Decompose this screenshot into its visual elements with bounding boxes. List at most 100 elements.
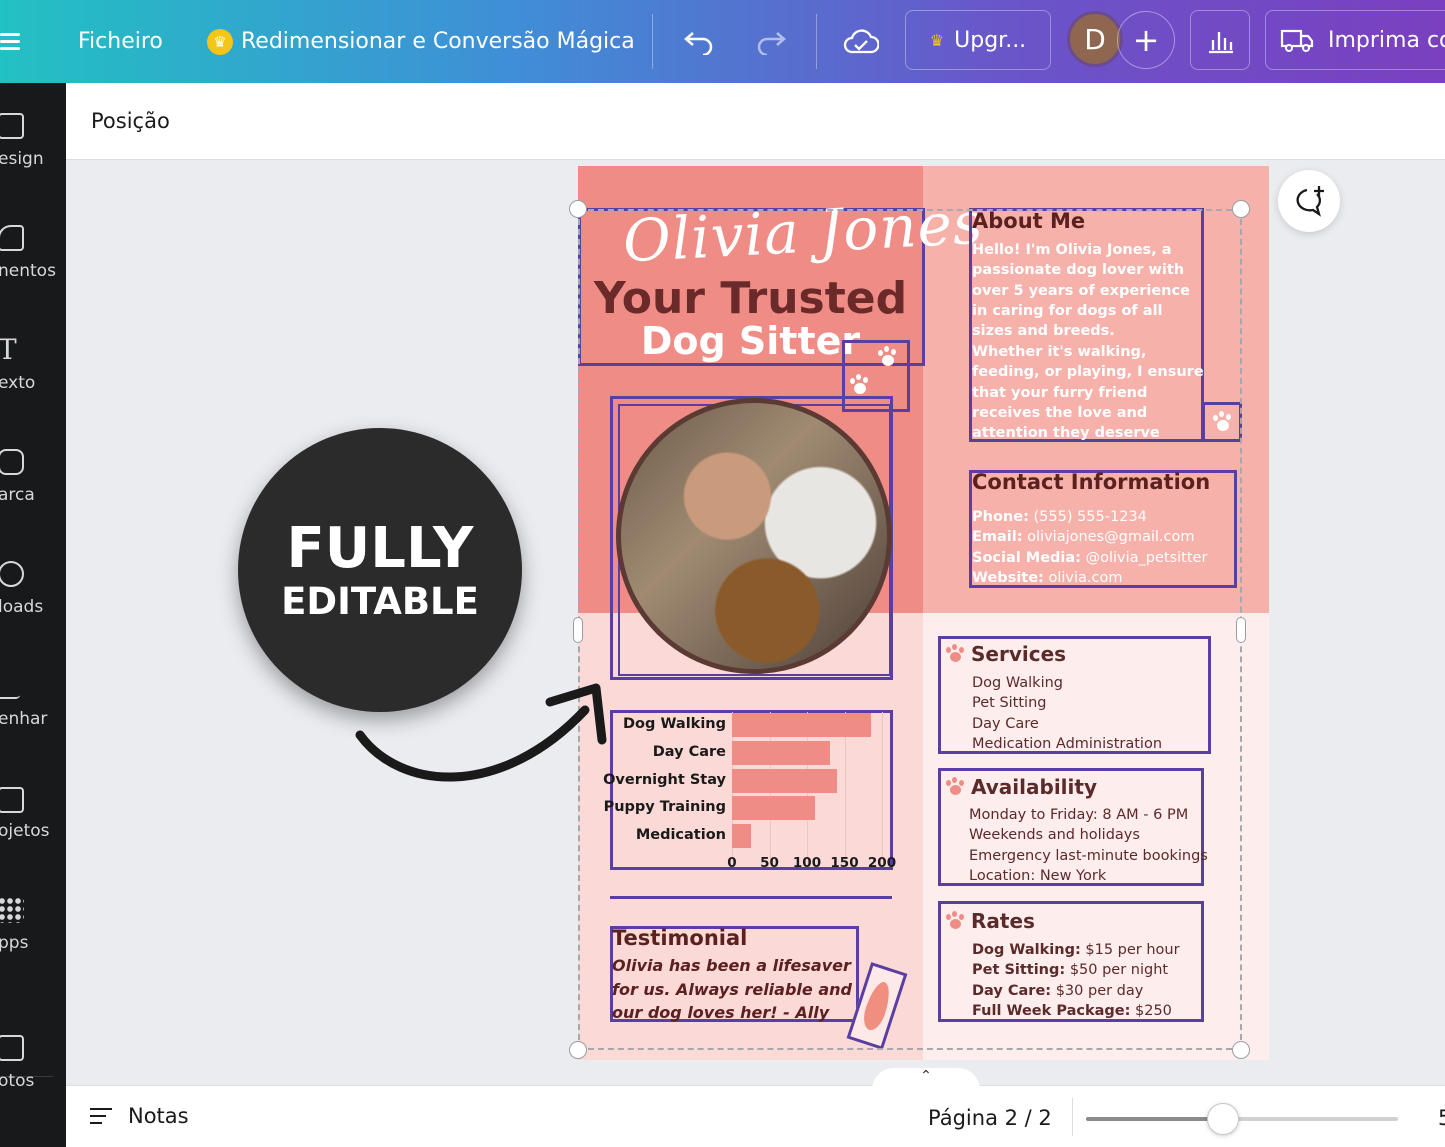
sidebar-item-label: arca	[0, 485, 35, 505]
photos-icon	[0, 1035, 24, 1061]
about-text-1[interactable]: Hello! I'm Olivia Jones, a passionate do…	[972, 240, 1204, 341]
undo-icon[interactable]	[683, 0, 715, 83]
services-heading[interactable]: Services	[945, 642, 1066, 666]
contact-website[interactable]: Website: olivia.com	[972, 568, 1234, 588]
toolbar-divider	[816, 14, 817, 69]
sidebar-item-label: nentos	[0, 261, 56, 281]
list-item: Weekends and holidays	[969, 827, 1140, 844]
contact-title[interactable]: Contact Information	[972, 470, 1210, 494]
badge-line-2: EDITABLE	[281, 580, 479, 623]
testimonial-text[interactable]: Olivia has been a lifesaver for us. Alwa…	[612, 954, 857, 1025]
redo-icon[interactable]	[755, 0, 787, 83]
services-title: Services	[971, 642, 1067, 666]
contact-email[interactable]: Email: oliviajones@gmail.com	[972, 527, 1234, 547]
profile-photo[interactable]	[616, 398, 892, 674]
paw-icon	[945, 777, 965, 797]
chart-tick-label: 150	[830, 855, 859, 871]
availability-heading[interactable]: Availability	[945, 775, 1097, 799]
sidebar-item-label: otos	[0, 1071, 35, 1091]
fully-editable-badge: FULLY EDITABLE	[238, 428, 522, 712]
resize-handle[interactable]	[569, 200, 587, 218]
magic-resize-button[interactable]: ♛ Redimensionar e Conversão Mágica	[207, 0, 635, 83]
left-sidebar: esign nentos T exto arca loads enhar oje…	[0, 83, 66, 1147]
flyer-page[interactable]: Olivia Jones Your Trusted Dog Sitter Abo…	[578, 166, 1269, 1060]
upload-icon	[0, 561, 24, 587]
top-bar: Ficheiro ♛ Redimensionar e Conversão Mág…	[0, 0, 1445, 83]
list-item: Day Care: $30 per day	[972, 982, 1144, 999]
list-item: Medication Administration	[972, 736, 1163, 753]
leaf-icon	[859, 979, 895, 1033]
print-button[interactable]: Imprima co	[1265, 10, 1445, 70]
file-menu[interactable]: Ficheiro	[78, 0, 163, 83]
resize-handle[interactable]	[1232, 200, 1250, 218]
resize-handle[interactable]	[1232, 1041, 1250, 1059]
upgrade-label: Upgr...	[954, 27, 1027, 53]
chart-tick-label: 200	[867, 855, 897, 871]
menu-icon[interactable]	[0, 0, 22, 83]
draw-icon	[0, 673, 29, 699]
add-comment-button[interactable]	[1278, 170, 1340, 232]
list-item: Location: New York	[969, 868, 1107, 885]
add-collaborator-button[interactable]: +	[1117, 11, 1175, 69]
chart-bar	[732, 796, 815, 821]
contact-list[interactable]: Phone: (555) 555-1234 Email: oliviajones…	[972, 507, 1234, 588]
bottom-bar: ⌃ Notas Página 2 / 2 5	[66, 1068, 1445, 1147]
position-button[interactable]: Posição	[91, 109, 170, 133]
badge-line-1: FULLY	[286, 516, 474, 581]
chart-gridline	[882, 712, 883, 860]
headline[interactable]: Your Trusted	[578, 273, 923, 324]
about-text-2[interactable]: Whether it's walking, feeding, or playin…	[972, 342, 1204, 440]
testimonial-title[interactable]: Testimonial	[612, 926, 747, 950]
upgrade-button[interactable]: ♛ Upgr...	[905, 10, 1051, 70]
zoom-slider-thumb[interactable]	[1207, 1103, 1240, 1135]
zoom-value[interactable]: 5	[1438, 1106, 1445, 1130]
zoom-slider-fill	[1086, 1117, 1224, 1121]
rates-list[interactable]: Dog Walking: $15 per hour Pet Sitting: $…	[972, 940, 1180, 1022]
resize-handle[interactable]	[569, 1041, 587, 1059]
availability-list[interactable]: Monday to Friday: 8 AM - 6 PM Weekends a…	[969, 805, 1208, 887]
chart-tick-label: 50	[760, 855, 779, 871]
list-item: Day Care	[972, 715, 1039, 732]
list-item: Dog Walking: $15 per hour	[972, 942, 1180, 958]
notes-button[interactable]: Notas	[90, 1104, 189, 1128]
toolbar-divider	[652, 14, 653, 69]
list-item: Full Week Package: $250	[972, 1003, 1172, 1020]
crown-icon: ♛	[929, 30, 945, 50]
page-indicator[interactable]: Página 2 / 2	[928, 1106, 1052, 1130]
chart-tick-label: 100	[792, 855, 822, 871]
rates-heading[interactable]: Rates	[945, 909, 1035, 933]
paw-icon	[945, 911, 965, 931]
about-title[interactable]: About Me	[972, 209, 1085, 233]
cloud-saved-icon[interactable]	[843, 0, 879, 83]
availability-title: Availability	[971, 775, 1097, 799]
sidebar-item-label: loads	[0, 597, 44, 617]
layout-icon	[0, 113, 24, 139]
chart-bar	[732, 824, 751, 849]
insights-button[interactable]	[1190, 10, 1250, 70]
chart-bar	[732, 768, 837, 793]
services-list[interactable]: Dog Walking Pet Sitting Day Care Medicat…	[972, 673, 1162, 755]
resize-handle[interactable]	[573, 617, 583, 643]
avatar[interactable]: D	[1067, 11, 1123, 67]
divider-line[interactable]	[610, 896, 892, 899]
contact-phone[interactable]: Phone: (555) 555-1234	[972, 507, 1234, 527]
text-icon: T	[0, 333, 17, 366]
zoom-slider[interactable]	[1086, 1103, 1398, 1135]
list-item: Pet Sitting	[972, 695, 1047, 712]
context-toolbar: Posição	[66, 83, 1445, 160]
magic-resize-label: Redimensionar e Conversão Mágica	[241, 29, 635, 54]
chart-bar	[732, 740, 830, 765]
contact-social[interactable]: Social Media: @olivia_petsitter	[972, 548, 1234, 568]
list-item: Emergency last-minute bookings	[969, 847, 1208, 864]
resize-handle[interactable]	[1236, 617, 1246, 643]
truck-icon	[1280, 29, 1314, 52]
crown-icon: ♛	[207, 28, 233, 55]
sidebar-item-label: enhar	[0, 709, 48, 729]
skills-bar-chart[interactable]: 0 50 100 150 200 Dog Walking Day Care Overnight…	[603, 712, 896, 871]
collapse-pages-button[interactable]: ⌃	[872, 1068, 980, 1090]
sidebar-item-label: exto	[0, 373, 36, 393]
sidebar-item-label: pps	[0, 933, 29, 953]
rates-title: Rates	[971, 909, 1035, 933]
list-item: Dog Walking	[972, 675, 1063, 691]
print-label: Imprima co	[1328, 27, 1445, 53]
